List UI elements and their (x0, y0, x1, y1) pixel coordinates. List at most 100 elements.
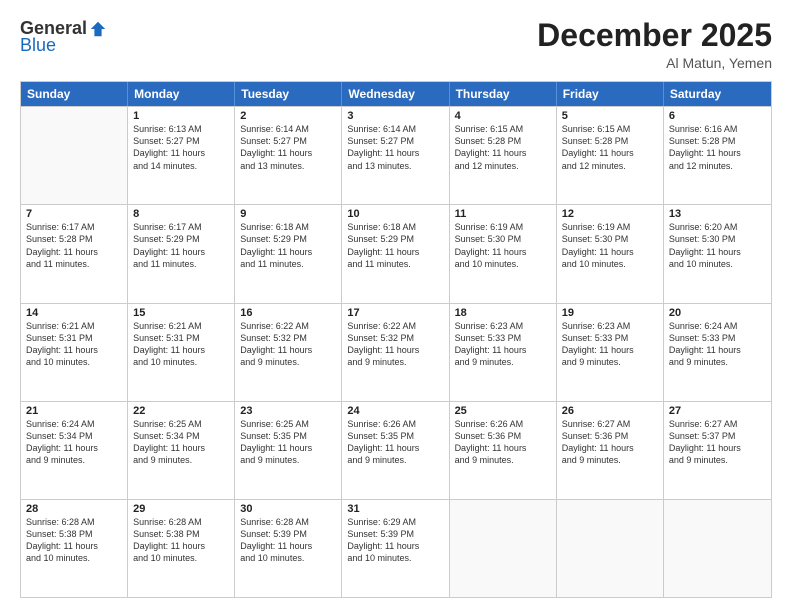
day-number: 24 (347, 405, 443, 417)
day-info: Sunrise: 6:14 AM Sunset: 5:27 PM Dayligh… (240, 123, 336, 172)
day-info: Sunrise: 6:21 AM Sunset: 5:31 PM Dayligh… (26, 320, 122, 369)
calendar-cell (664, 500, 771, 597)
day-info: Sunrise: 6:17 AM Sunset: 5:29 PM Dayligh… (133, 221, 229, 270)
calendar-cell: 6Sunrise: 6:16 AM Sunset: 5:28 PM Daylig… (664, 107, 771, 204)
calendar-cell (450, 500, 557, 597)
day-number: 26 (562, 405, 658, 417)
day-info: Sunrise: 6:26 AM Sunset: 5:35 PM Dayligh… (347, 418, 443, 467)
calendar-cell: 24Sunrise: 6:26 AM Sunset: 5:35 PM Dayli… (342, 402, 449, 499)
day-info: Sunrise: 6:15 AM Sunset: 5:28 PM Dayligh… (455, 123, 551, 172)
day-info: Sunrise: 6:13 AM Sunset: 5:27 PM Dayligh… (133, 123, 229, 172)
day-info: Sunrise: 6:28 AM Sunset: 5:39 PM Dayligh… (240, 516, 336, 565)
calendar-cell: 19Sunrise: 6:23 AM Sunset: 5:33 PM Dayli… (557, 304, 664, 401)
day-number: 6 (669, 110, 766, 122)
day-number: 19 (562, 307, 658, 319)
calendar-body: 1Sunrise: 6:13 AM Sunset: 5:27 PM Daylig… (21, 106, 771, 597)
day-info: Sunrise: 6:24 AM Sunset: 5:33 PM Dayligh… (669, 320, 766, 369)
day-number: 10 (347, 208, 443, 220)
location: Al Matun, Yemen (537, 55, 772, 71)
logo-icon (89, 20, 107, 38)
weekday-header: Thursday (450, 82, 557, 106)
day-info: Sunrise: 6:27 AM Sunset: 5:37 PM Dayligh… (669, 418, 766, 467)
day-info: Sunrise: 6:19 AM Sunset: 5:30 PM Dayligh… (562, 221, 658, 270)
calendar-cell: 14Sunrise: 6:21 AM Sunset: 5:31 PM Dayli… (21, 304, 128, 401)
day-info: Sunrise: 6:22 AM Sunset: 5:32 PM Dayligh… (347, 320, 443, 369)
day-info: Sunrise: 6:18 AM Sunset: 5:29 PM Dayligh… (240, 221, 336, 270)
day-number: 28 (26, 503, 122, 515)
day-number: 17 (347, 307, 443, 319)
day-number: 25 (455, 405, 551, 417)
month-title: December 2025 (537, 18, 772, 53)
calendar-cell: 18Sunrise: 6:23 AM Sunset: 5:33 PM Dayli… (450, 304, 557, 401)
day-number: 21 (26, 405, 122, 417)
day-number: 14 (26, 307, 122, 319)
calendar-cell (557, 500, 664, 597)
calendar: SundayMondayTuesdayWednesdayThursdayFrid… (20, 81, 772, 598)
day-info: Sunrise: 6:23 AM Sunset: 5:33 PM Dayligh… (455, 320, 551, 369)
calendar-cell: 28Sunrise: 6:28 AM Sunset: 5:38 PM Dayli… (21, 500, 128, 597)
weekday-header: Tuesday (235, 82, 342, 106)
day-info: Sunrise: 6:27 AM Sunset: 5:36 PM Dayligh… (562, 418, 658, 467)
day-info: Sunrise: 6:25 AM Sunset: 5:35 PM Dayligh… (240, 418, 336, 467)
day-number: 23 (240, 405, 336, 417)
day-number: 3 (347, 110, 443, 122)
weekday-header: Friday (557, 82, 664, 106)
header: General Blue December 2025 Al Matun, Yem… (20, 18, 772, 71)
day-number: 9 (240, 208, 336, 220)
calendar-cell: 12Sunrise: 6:19 AM Sunset: 5:30 PM Dayli… (557, 205, 664, 302)
day-info: Sunrise: 6:14 AM Sunset: 5:27 PM Dayligh… (347, 123, 443, 172)
day-number: 30 (240, 503, 336, 515)
day-info: Sunrise: 6:21 AM Sunset: 5:31 PM Dayligh… (133, 320, 229, 369)
calendar-row: 28 Sunrise: 6:28 AM Sunset: 5:38 PM Dayli… (21, 499, 771, 597)
day-number: 31 (347, 503, 443, 515)
calendar-row: 1Sunrise: 6:13 AM Sunset: 5:27 PM Daylig… (21, 106, 771, 204)
calendar-cell: 11Sunrise: 6:19 AM Sunset: 5:30 PM Dayli… (450, 205, 557, 302)
day-number: 13 (669, 208, 766, 220)
calendar-cell: 8Sunrise: 6:17 AM Sunset: 5:29 PM Daylig… (128, 205, 235, 302)
day-info: Sunrise: 6:20 AM Sunset: 5:30 PM Dayligh… (669, 221, 766, 270)
day-number: 12 (562, 208, 658, 220)
calendar-row: 21Sunrise: 6:24 AM Sunset: 5:34 PM Dayli… (21, 401, 771, 499)
calendar-cell: 15Sunrise: 6:21 AM Sunset: 5:31 PM Dayli… (128, 304, 235, 401)
calendar-row: 7Sunrise: 6:17 AM Sunset: 5:28 PM Daylig… (21, 204, 771, 302)
calendar-cell: 10Sunrise: 6:18 AM Sunset: 5:29 PM Dayli… (342, 205, 449, 302)
calendar-cell (21, 107, 128, 204)
day-number: 27 (669, 405, 766, 417)
calendar-cell: 21Sunrise: 6:24 AM Sunset: 5:34 PM Dayli… (21, 402, 128, 499)
logo: General Blue (20, 18, 107, 56)
day-info: Sunrise: 6:15 AM Sunset: 5:28 PM Dayligh… (562, 123, 658, 172)
day-number: 1 (133, 110, 229, 122)
day-info: Sunrise: 6:25 AM Sunset: 5:34 PM Dayligh… (133, 418, 229, 467)
day-number: 16 (240, 307, 336, 319)
calendar-cell: 5Sunrise: 6:15 AM Sunset: 5:28 PM Daylig… (557, 107, 664, 204)
day-info: Sunrise: 6:29 AM Sunset: 5:39 PM Dayligh… (347, 516, 443, 565)
day-number: 8 (133, 208, 229, 220)
calendar-cell: 17Sunrise: 6:22 AM Sunset: 5:32 PM Dayli… (342, 304, 449, 401)
calendar-cell: 26Sunrise: 6:27 AM Sunset: 5:36 PM Dayli… (557, 402, 664, 499)
calendar-cell: 13Sunrise: 6:20 AM Sunset: 5:30 PM Dayli… (664, 205, 771, 302)
logo-blue: Blue (20, 35, 56, 56)
weekday-header: Saturday (664, 82, 771, 106)
calendar-header: SundayMondayTuesdayWednesdayThursdayFrid… (21, 82, 771, 106)
calendar-cell: 22Sunrise: 6:25 AM Sunset: 5:34 PM Dayli… (128, 402, 235, 499)
day-info: Sunrise: 6:28 AM Sunset: 5:38 PM Dayligh… (133, 516, 229, 565)
day-info: Sunrise: 6:18 AM Sunset: 5:29 PM Dayligh… (347, 221, 443, 270)
day-info: Sunrise: 6:23 AM Sunset: 5:33 PM Dayligh… (562, 320, 658, 369)
day-number: 2 (240, 110, 336, 122)
day-info: Sunrise: 6:16 AM Sunset: 5:28 PM Dayligh… (669, 123, 766, 172)
day-number: 29 (133, 503, 229, 515)
calendar-row: 14Sunrise: 6:21 AM Sunset: 5:31 PM Dayli… (21, 303, 771, 401)
calendar-cell: 20Sunrise: 6:24 AM Sunset: 5:33 PM Dayli… (664, 304, 771, 401)
calendar-cell: 23Sunrise: 6:25 AM Sunset: 5:35 PM Dayli… (235, 402, 342, 499)
day-info: Sunrise: 6:24 AM Sunset: 5:34 PM Dayligh… (26, 418, 122, 467)
calendar-cell: 2Sunrise: 6:14 AM Sunset: 5:27 PM Daylig… (235, 107, 342, 204)
day-number: 11 (455, 208, 551, 220)
calendar-cell: 3Sunrise: 6:14 AM Sunset: 5:27 PM Daylig… (342, 107, 449, 204)
weekday-header: Wednesday (342, 82, 449, 106)
calendar-cell: 1Sunrise: 6:13 AM Sunset: 5:27 PM Daylig… (128, 107, 235, 204)
calendar-cell: 29Sunrise: 6:28 AM Sunset: 5:38 PM Dayli… (128, 500, 235, 597)
day-number: 4 (455, 110, 551, 122)
calendar-cell: 9Sunrise: 6:18 AM Sunset: 5:29 PM Daylig… (235, 205, 342, 302)
calendar-cell: 31Sunrise: 6:29 AM Sunset: 5:39 PM Dayli… (342, 500, 449, 597)
day-number: 18 (455, 307, 551, 319)
